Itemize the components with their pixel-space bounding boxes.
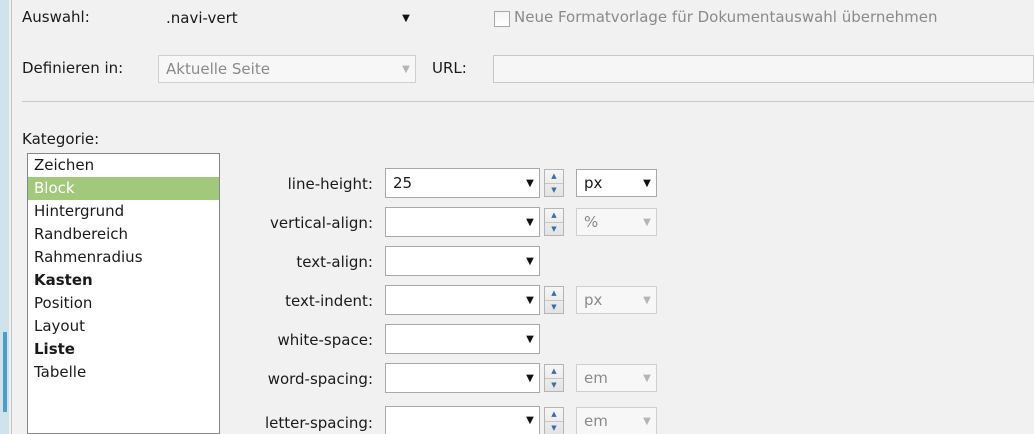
spinner-down-icon[interactable]: ▼	[545, 422, 563, 434]
kategorie-item-zeichen[interactable]: Zeichen	[28, 154, 219, 177]
url-label: URL:	[432, 59, 467, 77]
chevron-down-icon: ▼	[402, 63, 410, 75]
letter-spacing-unit: em	[584, 412, 608, 430]
definieren-select[interactable]: Aktuelle Seite ▼	[158, 55, 416, 83]
chevron-down-icon: ▼	[526, 333, 534, 345]
spinner-down-icon[interactable]: ▼	[545, 223, 563, 236]
chevron-down-icon: ▼	[643, 177, 651, 189]
text-align-select[interactable]: ▼	[385, 246, 540, 276]
spinner-down-icon[interactable]: ▼	[545, 184, 563, 197]
chevron-down-icon: ▼	[402, 12, 410, 24]
line-height-unit-select[interactable]: px ▼	[576, 169, 657, 197]
line-height-label: line-height:	[287, 175, 373, 193]
kategorie-label: Kategorie:	[22, 130, 100, 148]
neue-formatvorlage-label: Neue Formatvorlage für Dokumentauswahl ü…	[514, 8, 938, 26]
vertical-align-unit: %	[584, 213, 599, 231]
line-height-value: 25	[393, 174, 413, 192]
spinner-up-icon[interactable]: ▲	[545, 365, 563, 379]
line-height-select[interactable]: 25 ▼	[385, 168, 540, 198]
white-space-select[interactable]: ▼	[385, 324, 540, 354]
text-indent-unit-select[interactable]: px ▼	[576, 286, 657, 314]
spinner-down-icon[interactable]: ▼	[545, 301, 563, 314]
spinner-up-icon[interactable]: ▲	[545, 408, 563, 422]
line-height-spinner[interactable]: ▲ ▼	[544, 169, 564, 197]
kategorie-item-kasten[interactable]: Kasten	[28, 269, 219, 292]
letter-spacing-unit-select[interactable]: em ▼	[576, 407, 657, 434]
chevron-down-icon: ▼	[526, 415, 534, 426]
chevron-down-icon: ▼	[526, 177, 534, 189]
definieren-label: Definieren in:	[22, 59, 124, 77]
word-spacing-unit-select[interactable]: em ▼	[576, 364, 657, 392]
chevron-down-icon: ▼	[643, 372, 651, 384]
spinner-up-icon[interactable]: ▲	[545, 170, 563, 184]
spinner-up-icon[interactable]: ▲	[545, 287, 563, 301]
section-divider	[22, 101, 1034, 102]
vertical-align-unit-select[interactable]: % ▼	[576, 208, 657, 236]
white-space-label: white-space:	[277, 331, 373, 349]
chevron-down-icon: ▼	[526, 372, 534, 384]
chevron-down-icon: ▼	[643, 415, 651, 427]
url-input[interactable]	[493, 55, 1034, 83]
text-indent-spinner[interactable]: ▲ ▼	[544, 286, 564, 314]
letter-spacing-spinner[interactable]: ▲ ▼	[544, 407, 564, 434]
text-indent-select[interactable]: ▼	[385, 285, 540, 315]
spinner-down-icon[interactable]: ▼	[545, 379, 563, 392]
line-height-unit: px	[584, 174, 603, 192]
word-spacing-spinner[interactable]: ▲ ▼	[544, 364, 564, 392]
auswahl-label: Auswahl:	[22, 8, 90, 26]
auswahl-value: .navi-vert	[166, 9, 238, 27]
spinner-up-icon[interactable]: ▲	[545, 209, 563, 223]
vertical-align-spinner[interactable]: ▲ ▼	[544, 208, 564, 236]
chevron-down-icon: ▼	[526, 216, 534, 228]
letter-spacing-select[interactable]: ▼	[385, 406, 540, 434]
chevron-down-icon: ▼	[643, 294, 651, 306]
vertical-align-label: vertical-align:	[270, 214, 373, 232]
text-indent-label: text-indent:	[285, 292, 373, 310]
word-spacing-label: word-spacing:	[267, 370, 373, 388]
vertical-align-select[interactable]: ▼	[385, 207, 540, 237]
auswahl-select[interactable]: .navi-vert ▼	[158, 5, 416, 31]
chevron-down-icon: ▼	[526, 294, 534, 306]
text-align-label: text-align:	[296, 253, 373, 271]
window-edge-highlight	[3, 332, 7, 412]
window-left-border	[11, 0, 12, 434]
definieren-value: Aktuelle Seite	[166, 60, 270, 78]
letter-spacing-label: letter-spacing:	[264, 414, 373, 432]
chevron-down-icon: ▼	[643, 216, 651, 228]
chevron-down-icon: ▼	[526, 255, 534, 267]
neue-formatvorlage-checkbox[interactable]	[494, 11, 510, 27]
word-spacing-select[interactable]: ▼	[385, 363, 540, 393]
text-indent-unit: px	[584, 291, 603, 309]
word-spacing-unit: em	[584, 369, 608, 387]
